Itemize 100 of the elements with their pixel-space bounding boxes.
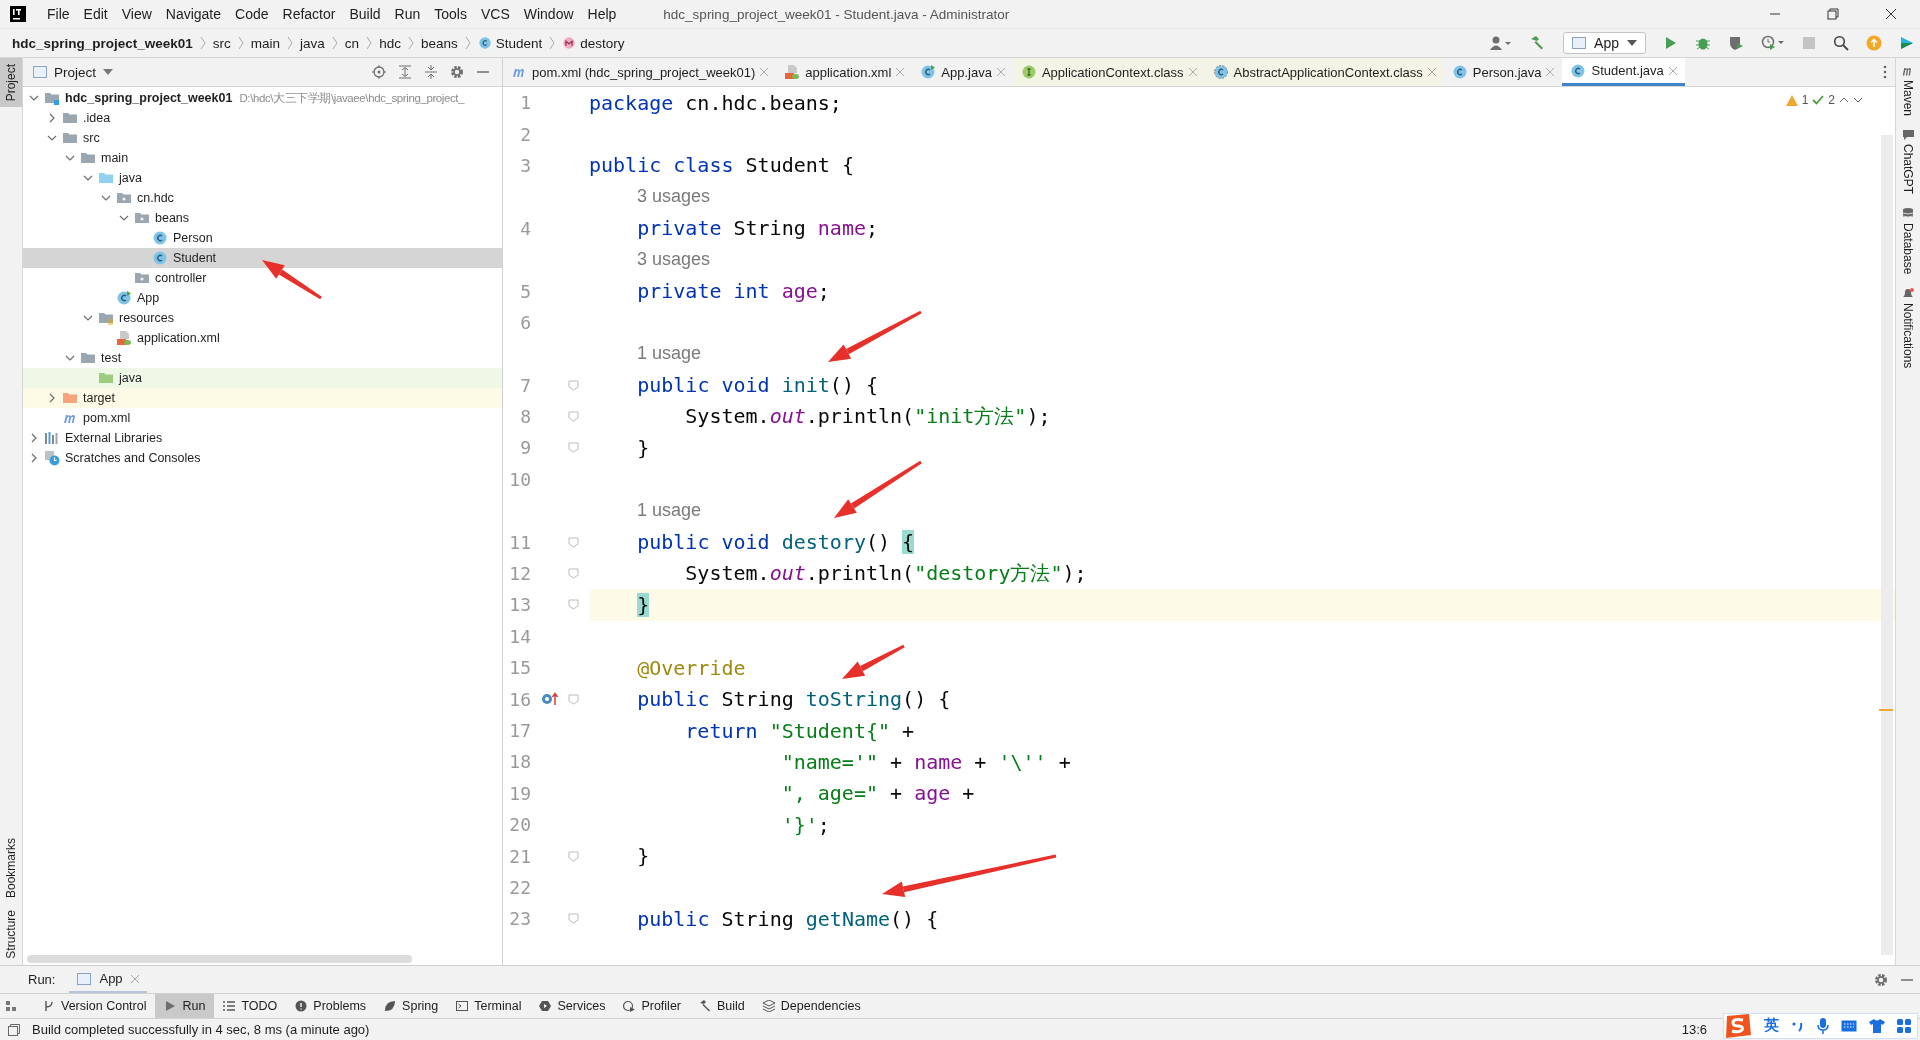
shirt-icon[interactable] bbox=[1869, 1018, 1885, 1033]
settings-icon[interactable] bbox=[1874, 972, 1888, 987]
menu-item[interactable]: Edit bbox=[76, 6, 115, 22]
tool-window-tab[interactable]: Profiler bbox=[614, 994, 690, 1018]
tree-item[interactable]: .idea bbox=[23, 108, 502, 128]
menu-item[interactable]: Run bbox=[387, 6, 428, 22]
editor-tab[interactable]: ApplicationContext.class bbox=[1012, 58, 1205, 86]
breadcrumb[interactable]: hdc bbox=[379, 35, 401, 51]
breadcrumb[interactable]: destory bbox=[562, 35, 625, 51]
usages-hint[interactable]: 3 usages bbox=[589, 186, 711, 208]
tree-item[interactable]: App bbox=[23, 288, 502, 308]
shield-icon[interactable] bbox=[1728, 35, 1744, 51]
tree-item[interactable]: src bbox=[23, 128, 502, 148]
hammer-icon[interactable] bbox=[1529, 35, 1546, 51]
menu-item[interactable]: Refactor bbox=[275, 6, 343, 22]
tool-window-button[interactable]: Project bbox=[0, 58, 22, 108]
menu-item[interactable]: VCS bbox=[473, 6, 517, 22]
tool-window-tab[interactable]: Build bbox=[690, 994, 754, 1018]
restore-icon[interactable] bbox=[1827, 8, 1839, 20]
tool-window-button[interactable]: Structure bbox=[0, 904, 22, 965]
scrollbar[interactable] bbox=[27, 955, 412, 963]
tree-item[interactable]: main bbox=[23, 148, 502, 168]
chevron-down-icon[interactable] bbox=[119, 213, 129, 223]
breadcrumb[interactable]: cn bbox=[344, 35, 360, 51]
tree-item[interactable]: resources bbox=[23, 308, 502, 328]
breadcrumb[interactable]: hdc_spring_project_week01 bbox=[12, 35, 193, 51]
editor-tab[interactable]: App.java bbox=[912, 58, 1013, 86]
chevron-down-icon[interactable] bbox=[65, 153, 75, 163]
tool-window-button[interactable]: ChatGPT bbox=[1901, 130, 1915, 195]
tree-item[interactable]: java bbox=[23, 368, 502, 388]
tree-item[interactable]: pom.xml bbox=[23, 408, 502, 428]
weak-warning-count[interactable]: 2 bbox=[1828, 93, 1835, 107]
tool-window-button[interactable]: Database bbox=[1901, 208, 1915, 275]
menu-item[interactable]: Code bbox=[228, 6, 276, 22]
menu-item[interactable]: Tools bbox=[427, 6, 474, 22]
expand-all-icon[interactable] bbox=[398, 65, 412, 79]
usages-hint[interactable]: 1 usage bbox=[589, 500, 702, 522]
chevron-right-icon[interactable] bbox=[29, 433, 39, 443]
tool-window-tab[interactable]: Spring bbox=[375, 994, 448, 1018]
breadcrumb[interactable]: src bbox=[212, 35, 231, 51]
breadcrumb[interactable]: java bbox=[300, 35, 325, 51]
chevron-down-icon[interactable] bbox=[101, 193, 111, 203]
tool-window-tab[interactable]: Services bbox=[530, 994, 615, 1018]
tool-window-tab[interactable]: Dependencies bbox=[753, 994, 870, 1018]
close-icon[interactable] bbox=[1885, 8, 1897, 20]
tree-item[interactable]: Student bbox=[23, 248, 502, 268]
menu-item[interactable]: Navigate bbox=[158, 6, 229, 22]
chevron-right-icon[interactable] bbox=[29, 453, 39, 463]
chevron-right-icon[interactable] bbox=[47, 393, 57, 403]
warning-count[interactable]: 1 bbox=[1801, 93, 1809, 107]
tool-window-button[interactable]: Notifications bbox=[1901, 288, 1915, 369]
settings-icon[interactable] bbox=[450, 65, 464, 79]
chevron-down-icon[interactable] bbox=[47, 133, 57, 143]
tree-item[interactable]: hdc_spring_project_week01 D:\hdc\大三下学期\javaee\hdc_spring_project_ bbox=[23, 88, 502, 108]
tool-window-tab[interactable]: Terminal bbox=[447, 994, 531, 1018]
console-tab[interactable]: App bbox=[69, 966, 147, 993]
chevron-down-icon[interactable] bbox=[1853, 97, 1863, 103]
run-icon[interactable] bbox=[1664, 36, 1678, 50]
editor-tab[interactable]: application.xml bbox=[776, 58, 913, 86]
editor-tab[interactable]: Person.java bbox=[1443, 58, 1563, 86]
tree-item[interactable]: target bbox=[23, 388, 502, 408]
caret-position[interactable]: 13:6 bbox=[1681, 1022, 1707, 1037]
chevron-down-icon[interactable] bbox=[83, 173, 93, 183]
panel-toggle-icon[interactable] bbox=[8, 1023, 20, 1036]
menu-item[interactable]: File bbox=[40, 6, 77, 22]
usages-hint[interactable]: 1 usage bbox=[589, 343, 702, 365]
tool-window-tab[interactable]: TODO bbox=[214, 994, 287, 1018]
chevron-down-icon[interactable] bbox=[65, 353, 75, 363]
user-icon[interactable] bbox=[1490, 35, 1513, 51]
chevron-down-icon[interactable] bbox=[29, 93, 39, 103]
chevron-up-icon[interactable] bbox=[1839, 97, 1849, 103]
tool-window-button[interactable]: Bookmarks bbox=[0, 832, 22, 905]
tree-item[interactable]: java bbox=[23, 168, 502, 188]
menu-item[interactable]: Help bbox=[580, 6, 624, 22]
tree-item[interactable]: cn.hdc bbox=[23, 188, 502, 208]
tree-item[interactable]: test bbox=[23, 348, 502, 368]
tree-item[interactable]: Scratches and Consoles bbox=[23, 448, 502, 468]
tool-window-button[interactable]: Maven bbox=[1901, 66, 1915, 117]
chevron-down-icon[interactable] bbox=[83, 313, 93, 323]
usages-hint[interactable]: 3 usages bbox=[589, 249, 711, 271]
plugin-logo-icon[interactable] bbox=[1899, 35, 1915, 51]
override-icon[interactable] bbox=[540, 692, 559, 707]
input-method-logo-icon[interactable] bbox=[1724, 1013, 1752, 1038]
menu-item[interactable]: Build bbox=[342, 6, 388, 22]
menu-item[interactable]: Window bbox=[516, 6, 581, 22]
keyboard-icon[interactable] bbox=[1841, 1019, 1857, 1032]
tree-item[interactable]: Person bbox=[23, 228, 502, 248]
scrollbar[interactable] bbox=[1881, 135, 1893, 955]
run-configuration-dropdown[interactable]: App bbox=[1563, 32, 1646, 54]
breadcrumb[interactable]: beans bbox=[420, 35, 458, 51]
microphone-icon[interactable] bbox=[1817, 1017, 1829, 1034]
chevron-right-icon[interactable] bbox=[47, 113, 57, 123]
more-icon[interactable] bbox=[1883, 65, 1887, 79]
tool-window-tab[interactable]: Version Control bbox=[34, 994, 156, 1018]
editor-tab[interactable]: AbstractApplicationContext.class bbox=[1204, 58, 1444, 86]
target-icon[interactable] bbox=[372, 65, 386, 79]
menu-item[interactable]: View bbox=[114, 6, 159, 22]
breadcrumb[interactable]: main bbox=[250, 35, 281, 51]
structure-icon[interactable] bbox=[6, 1001, 16, 1011]
editor-tab[interactable]: pom.xml (hdc_spring_project_week01) bbox=[503, 58, 777, 86]
